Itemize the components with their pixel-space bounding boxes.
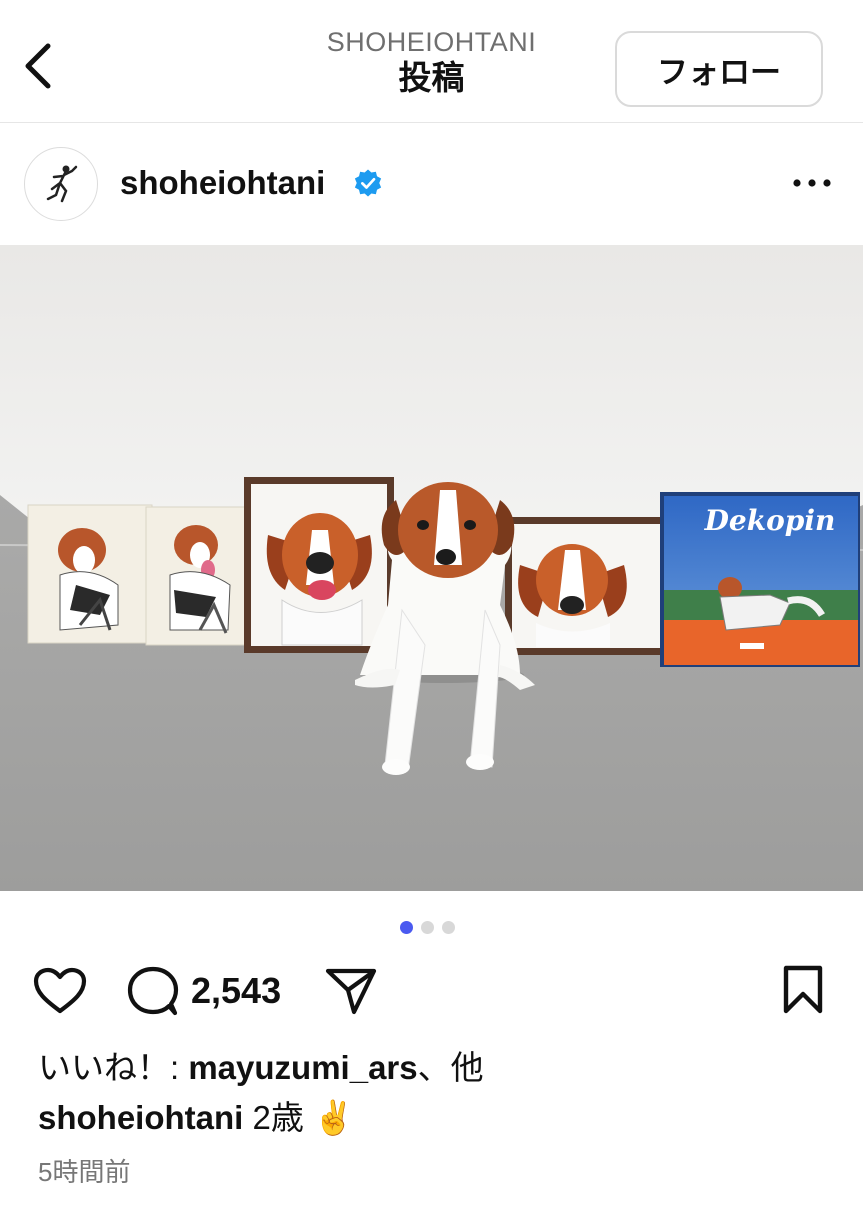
bookmark-icon[interactable] (778, 962, 828, 1018)
post-username[interactable]: shoheiohtani (120, 163, 325, 203)
painting-1 (27, 504, 153, 644)
heart-icon[interactable] (32, 964, 88, 1018)
post-timestamp: 5時間前 (38, 1157, 131, 1187)
comment-icon[interactable] (124, 964, 182, 1018)
avatar[interactable] (24, 147, 98, 221)
carousel-dot-1[interactable] (400, 921, 413, 934)
likes-line: いいね！: mayuzumi_ars、他 (38, 1048, 484, 1088)
comment-count: 2,543 (191, 970, 282, 1011)
pitcher-silhouette-icon (46, 165, 78, 203)
painting-dekopin: Dekopin (660, 492, 860, 667)
verified-badge-icon (354, 169, 382, 197)
header-username: SHOHEIOHTANI (326, 27, 537, 57)
carousel-dot-3[interactable] (442, 921, 455, 934)
caption-text: 2歳 ✌️ (243, 1099, 355, 1136)
top-bar: SHOHEIOHTANI 投稿 フォロー (0, 0, 863, 123)
header-title-group: SHOHEIOHTANI 投稿 (200, 26, 663, 98)
caption: shoheiohtani 2歳 ✌️ (38, 1098, 354, 1138)
follow-button[interactable]: フォロー (615, 31, 823, 107)
painting-3 (244, 477, 394, 653)
more-options-icon[interactable] (786, 166, 838, 200)
painting-4 (505, 517, 667, 655)
painting-2 (145, 506, 255, 646)
caption-username[interactable]: shoheiohtani (38, 1099, 243, 1136)
post-image[interactable]: Dekopin (0, 245, 863, 891)
dekopin-canvas-text: Dekopin (704, 504, 836, 537)
likes-suffix[interactable]: 、他 (418, 1049, 484, 1086)
carousel-indicator[interactable] (400, 921, 455, 934)
likes-username[interactable]: mayuzumi_ars (188, 1049, 417, 1086)
page-title: 投稿 (398, 59, 465, 96)
share-icon[interactable] (322, 964, 380, 1018)
carousel-dot-2[interactable] (421, 921, 434, 934)
likes-prefix: いいね！: (38, 1049, 189, 1086)
back-chevron-icon[interactable] (14, 36, 62, 96)
